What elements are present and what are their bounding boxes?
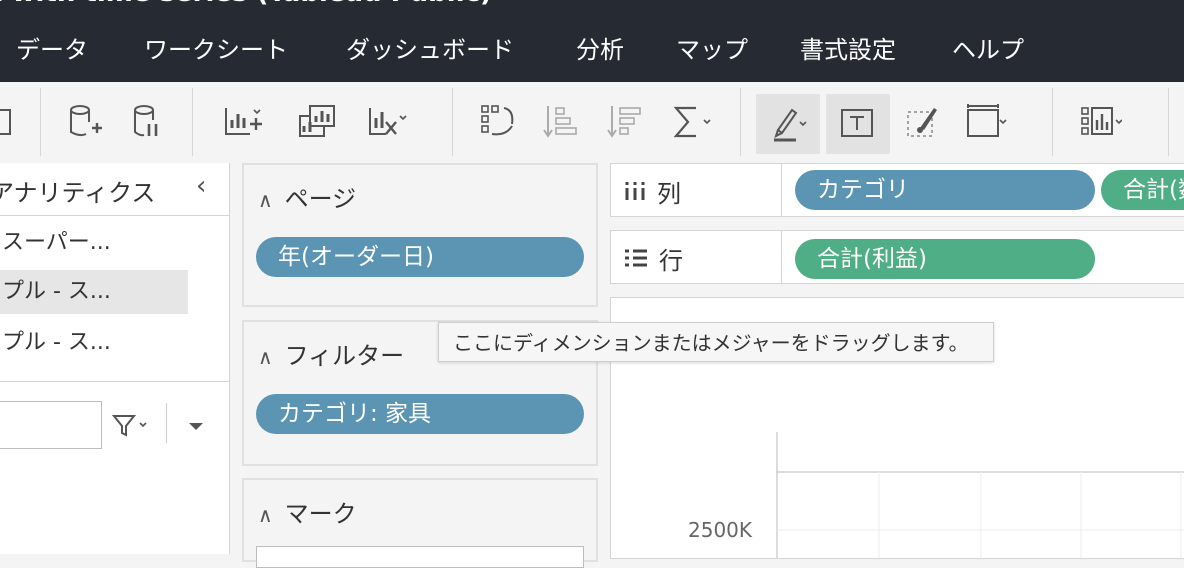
clear-sheet-icon[interactable] (362, 96, 410, 148)
shelf-divider (781, 231, 782, 283)
columns-shelf-label: 列 (623, 174, 681, 209)
collapse-caret-icon[interactable]: ∧ (258, 188, 273, 212)
rows-shelf-label: 行 (623, 241, 683, 276)
drop-hint-tooltip: ここにディメンションまたはメジャーをドラッグします。 (438, 322, 994, 362)
pages-card-title: ページ (284, 185, 357, 213)
toolbar-separator (192, 88, 193, 156)
rows-icon (623, 247, 649, 275)
analytics-panel-title: アナリティクス (0, 179, 156, 207)
columns-shelf[interactable]: 列 カテゴリ 合計(数 (610, 163, 1184, 217)
swap-rows-columns-icon[interactable] (474, 96, 522, 148)
rows-label-text: 行 (659, 247, 683, 275)
collapse-caret-icon[interactable]: ∧ (258, 503, 273, 527)
marks-card-header[interactable]: ∧ マーク (258, 494, 357, 529)
shelf-divider (781, 164, 782, 216)
pages-card-header[interactable]: ∧ ページ (258, 179, 356, 214)
menu-help[interactable]: ヘルプ (952, 30, 1024, 65)
marks-card: ∧ マーク (242, 478, 598, 568)
data-source-item-selected[interactable]: プル - ス... (0, 270, 188, 314)
toolbar-separator (40, 88, 41, 156)
menu-format[interactable]: 書式設定 (800, 30, 896, 65)
columns-pill-measure[interactable]: 合計(数 (1101, 170, 1184, 210)
pause-data-updates-icon[interactable] (122, 96, 170, 148)
toolbar-separator (1168, 88, 1169, 156)
menu-analysis[interactable]: 分析 (576, 30, 624, 65)
show-mark-labels-icon[interactable] (826, 94, 890, 154)
rows-pill-profit[interactable]: 合計(利益) (795, 239, 1095, 279)
menu-dashboard[interactable]: ダッシュボード (346, 30, 514, 65)
format-workbook-icon[interactable] (898, 96, 946, 148)
sort-descending-icon[interactable] (600, 96, 648, 148)
search-divider (166, 403, 167, 443)
y-axis-tick-label: 2500K (688, 518, 753, 542)
highlight-pen-icon[interactable] (756, 94, 820, 154)
analytics-panel-header: アナリティクス ‹ (0, 163, 229, 216)
columns-icon (623, 180, 647, 208)
data-source-item[interactable]: プル - ス... (0, 321, 188, 365)
sort-ascending-icon[interactable] (536, 96, 584, 148)
pages-card: ∧ ページ 年(オーダー日) (242, 163, 598, 307)
window-title-bar: t with time series (Tableau Public) (0, 0, 1184, 8)
menu-bar: データ ワークシート ダッシュボード 分析 マップ 書式設定 ヘルプ (0, 8, 1184, 82)
columns-pill-category[interactable]: カテゴリ (795, 170, 1095, 210)
mark-type-select[interactable] (256, 546, 584, 568)
window-title: t with time series (Tableau Public) (0, 0, 492, 8)
new-worksheet-icon[interactable] (218, 96, 266, 148)
toolbar-separator (740, 88, 741, 156)
collapse-caret-icon[interactable]: ∧ (258, 345, 273, 369)
toolbar-separator (452, 88, 453, 156)
chevron-down-icon[interactable] (186, 417, 206, 435)
data-source-item[interactable]: スーパー... (0, 221, 188, 265)
collapse-panel-icon[interactable]: ‹ (196, 171, 206, 201)
panel-divider (0, 381, 229, 382)
filters-card-title: フィルター (284, 342, 405, 370)
field-search-input[interactable] (0, 401, 102, 449)
filter-pill[interactable]: カテゴリ: 家具 (256, 394, 584, 434)
toolbar (0, 82, 1184, 162)
toolbar-partial-icon[interactable] (0, 96, 22, 148)
menu-worksheet[interactable]: ワークシート (144, 30, 288, 65)
menu-map[interactable]: マップ (676, 30, 748, 65)
rows-shelf[interactable]: 行 合計(利益) (610, 230, 1184, 284)
fit-view-icon[interactable] (962, 96, 1010, 148)
filter-icon[interactable] (111, 413, 152, 439)
columns-label-text: 列 (657, 180, 681, 208)
new-data-source-icon[interactable] (60, 96, 108, 148)
filters-card-header[interactable]: ∧ フィルター (258, 336, 404, 371)
pages-pill[interactable]: 年(オーダー日) (256, 237, 584, 277)
analytics-panel: アナリティクス ‹ スーパー... プル - ス... プル - ス... (0, 163, 230, 554)
marks-card-title: マーク (284, 500, 357, 528)
totals-sigma-icon[interactable] (666, 96, 714, 148)
menu-data[interactable]: データ (16, 30, 88, 65)
duplicate-sheet-icon[interactable] (294, 96, 342, 148)
toolbar-separator (1052, 88, 1053, 156)
show-me-icon[interactable] (1076, 96, 1124, 148)
